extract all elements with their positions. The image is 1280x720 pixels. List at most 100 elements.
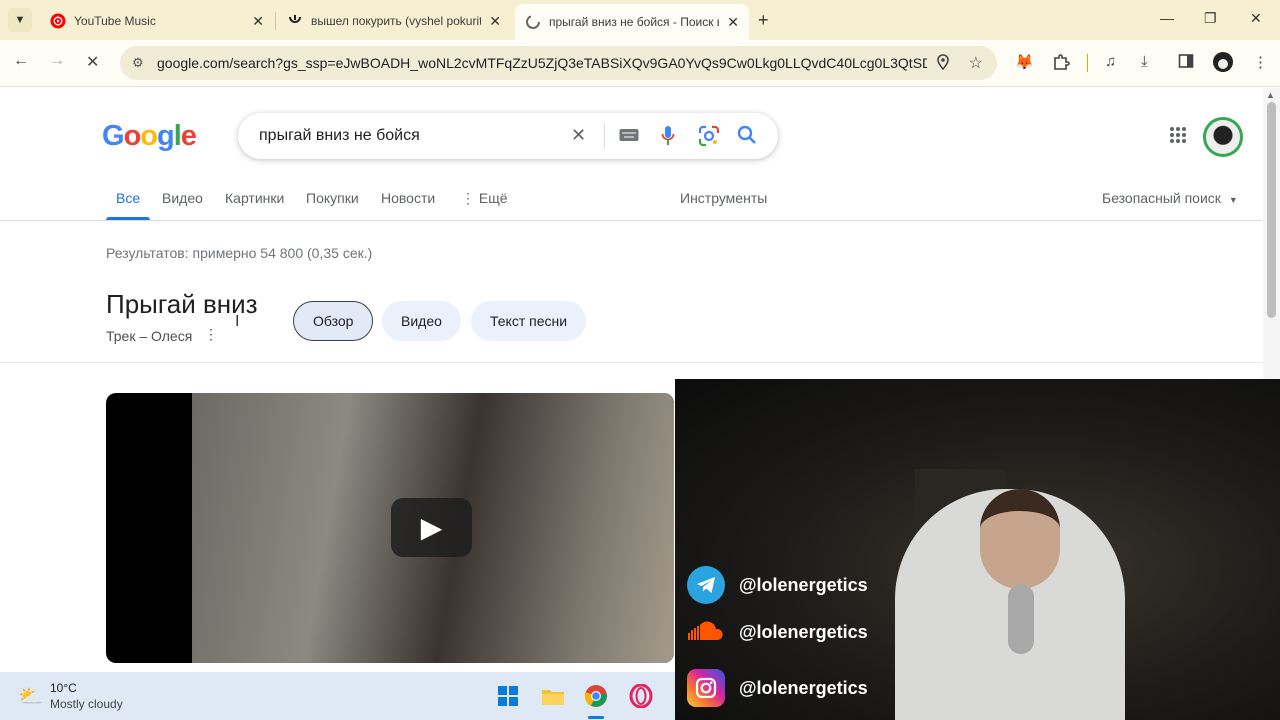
- search-icon[interactable]: [737, 125, 757, 150]
- search-input[interactable]: прыгай вниз не бойся: [259, 127, 420, 145]
- knowledge-panel-subtitle: Трек – Олеся: [106, 328, 193, 344]
- video-player[interactable]: ▶: [106, 393, 674, 663]
- metamask-icon[interactable]: 🦊: [1015, 53, 1034, 71]
- chrome-icon[interactable]: [582, 682, 610, 710]
- tab-video[interactable]: Видео: [162, 190, 203, 206]
- clear-icon[interactable]: ✕: [571, 125, 586, 146]
- safesearch-dropdown[interactable]: Безопасный поиск ▼: [1102, 190, 1238, 206]
- active-tab-indicator: [106, 217, 150, 220]
- social-instagram: @lolenergetics: [687, 669, 868, 707]
- tab-title: YouTube Music: [74, 14, 156, 28]
- close-icon: ✕: [86, 54, 100, 71]
- microphone: [1008, 584, 1034, 654]
- tab-images[interactable]: Картинки: [225, 190, 284, 206]
- safesearch-label: Безопасный поиск: [1102, 190, 1221, 206]
- tab-title: прыгай вниз не бойся - Поиск в: [549, 15, 720, 29]
- microphone-icon[interactable]: [661, 125, 675, 152]
- tab-shopping[interactable]: Покупки: [306, 190, 359, 206]
- media-controls-icon[interactable]: ♫: [1105, 53, 1116, 70]
- scroll-up-icon[interactable]: ▲: [1266, 90, 1275, 100]
- toolbar-divider: [1087, 54, 1088, 72]
- social-soundcloud: @lolenergetics: [687, 613, 868, 651]
- social-handle: @lolenergetics: [739, 677, 868, 698]
- webcam-overlay: @lolenergetics @lolenergetics @lolenerge…: [675, 379, 1280, 720]
- url-text[interactable]: google.com/search?gs_ssp=eJwBOADH_woNL2c…: [157, 55, 927, 71]
- weather-temperature[interactable]: 10°C: [50, 681, 77, 695]
- extensions-puzzle-icon[interactable]: [1052, 53, 1070, 75]
- chip-overview[interactable]: Обзор: [293, 301, 374, 341]
- close-window-button[interactable]: ✕: [1250, 10, 1262, 27]
- bookmark-star-icon[interactable]: ☆: [969, 53, 983, 73]
- logo-letter: g: [157, 120, 175, 152]
- forward-button[interactable]: →: [49, 52, 65, 70]
- browser-toolbar: ← → ✕ ⚙ google.com/search?gs_ssp=eJwBOAD…: [0, 40, 1280, 87]
- scrollbar-thumb[interactable]: [1267, 102, 1276, 318]
- active-app-indicator: [588, 716, 604, 719]
- logo-letter: o: [123, 120, 142, 152]
- tab-search-button[interactable]: ▼: [8, 8, 32, 32]
- youtube-music-icon: [50, 13, 66, 29]
- site-settings-icon[interactable]: ⚙: [132, 55, 144, 71]
- instagram-icon: [687, 669, 725, 707]
- play-icon: ▶: [420, 512, 443, 543]
- account-avatar[interactable]: [1203, 117, 1243, 157]
- keyboard-icon[interactable]: [619, 127, 639, 147]
- back-button[interactable]: ←: [13, 52, 29, 70]
- tab-youtube-music[interactable]: YouTube Music ✕: [40, 6, 274, 36]
- close-icon[interactable]: ✕: [489, 13, 501, 30]
- address-bar[interactable]: ⚙ google.com/search?gs_ssp=eJwBOADH_woNL…: [120, 46, 997, 80]
- new-tab-button[interactable]: +: [758, 10, 769, 31]
- search-box[interactable]: прыгай вниз не бойся ✕: [238, 113, 778, 159]
- chip-video[interactable]: Видео: [382, 301, 461, 341]
- google-apps-icon[interactable]: [1169, 126, 1187, 149]
- site-icon: [287, 13, 303, 29]
- tools-button[interactable]: Инструменты: [680, 190, 767, 206]
- tab-more[interactable]: ⋮ Ещё: [461, 190, 508, 207]
- more-options-icon[interactable]: ⋮: [204, 326, 218, 343]
- social-telegram: @lolenergetics: [687, 566, 868, 604]
- download-icon[interactable]: ⤓: [1141, 53, 1148, 70]
- file-explorer-icon[interactable]: [539, 682, 567, 710]
- tab-title: вышел покурить (vyshel pokurit: [311, 14, 482, 28]
- windows-start-icon[interactable]: [494, 682, 522, 710]
- location-pin-icon[interactable]: [937, 54, 949, 73]
- close-icon[interactable]: ✕: [727, 14, 739, 31]
- windows-taskbar: ⛅ 10°C Mostly cloudy: [0, 672, 680, 720]
- search-divider: [604, 123, 605, 149]
- profile-avatar[interactable]: [1212, 51, 1234, 77]
- chevron-down-icon: ▼: [14, 14, 26, 26]
- weather-condition[interactable]: Mostly cloudy: [50, 697, 123, 711]
- opera-icon[interactable]: [627, 682, 655, 710]
- chip-lyrics[interactable]: Текст песни: [471, 301, 587, 341]
- tab-news[interactable]: Новости: [381, 190, 435, 206]
- tab-google-search[interactable]: прыгай вниз не бойся - Поиск в ✕: [515, 4, 749, 40]
- logo-letter: l: [173, 120, 182, 152]
- stop-button[interactable]: ✕: [86, 52, 99, 72]
- social-handle: @lolenergetics: [739, 621, 868, 642]
- plus-icon: +: [758, 10, 769, 30]
- loading-icon: [525, 14, 541, 30]
- browser-menu-icon[interactable]: ⋮: [1253, 53, 1268, 71]
- streamer-head: [980, 489, 1060, 589]
- tab-divider: [275, 12, 276, 30]
- tab-all[interactable]: Все: [116, 190, 140, 206]
- minimize-button[interactable]: —: [1160, 10, 1174, 26]
- weather-cloudy-icon[interactable]: ⛅: [18, 684, 43, 709]
- tab-strip: ▼ YouTube Music ✕ вышел покурить (vyshel…: [0, 0, 1280, 40]
- tab-more-label: Ещё: [478, 190, 508, 206]
- arrow-right-icon: →: [49, 52, 65, 69]
- logo-letter: o: [140, 120, 158, 152]
- restore-button[interactable]: ❐: [1204, 10, 1217, 27]
- side-panel-icon[interactable]: [1178, 53, 1194, 73]
- more-vert-icon: ⋮: [461, 190, 479, 206]
- telegram-icon: [687, 566, 725, 604]
- soundcloud-icon: [687, 613, 725, 651]
- google-lens-icon[interactable]: [698, 125, 720, 152]
- google-logo[interactable]: Google: [102, 120, 197, 153]
- play-button[interactable]: ▶: [391, 498, 472, 557]
- arrow-left-icon: ←: [13, 52, 29, 69]
- divider: [0, 362, 1262, 363]
- close-icon[interactable]: ✕: [252, 13, 264, 30]
- dropdown-arrow-icon: ▼: [1228, 195, 1238, 205]
- tab-vyshel-pokurit[interactable]: вышел покурить (vyshel pokurit ✕: [277, 6, 511, 36]
